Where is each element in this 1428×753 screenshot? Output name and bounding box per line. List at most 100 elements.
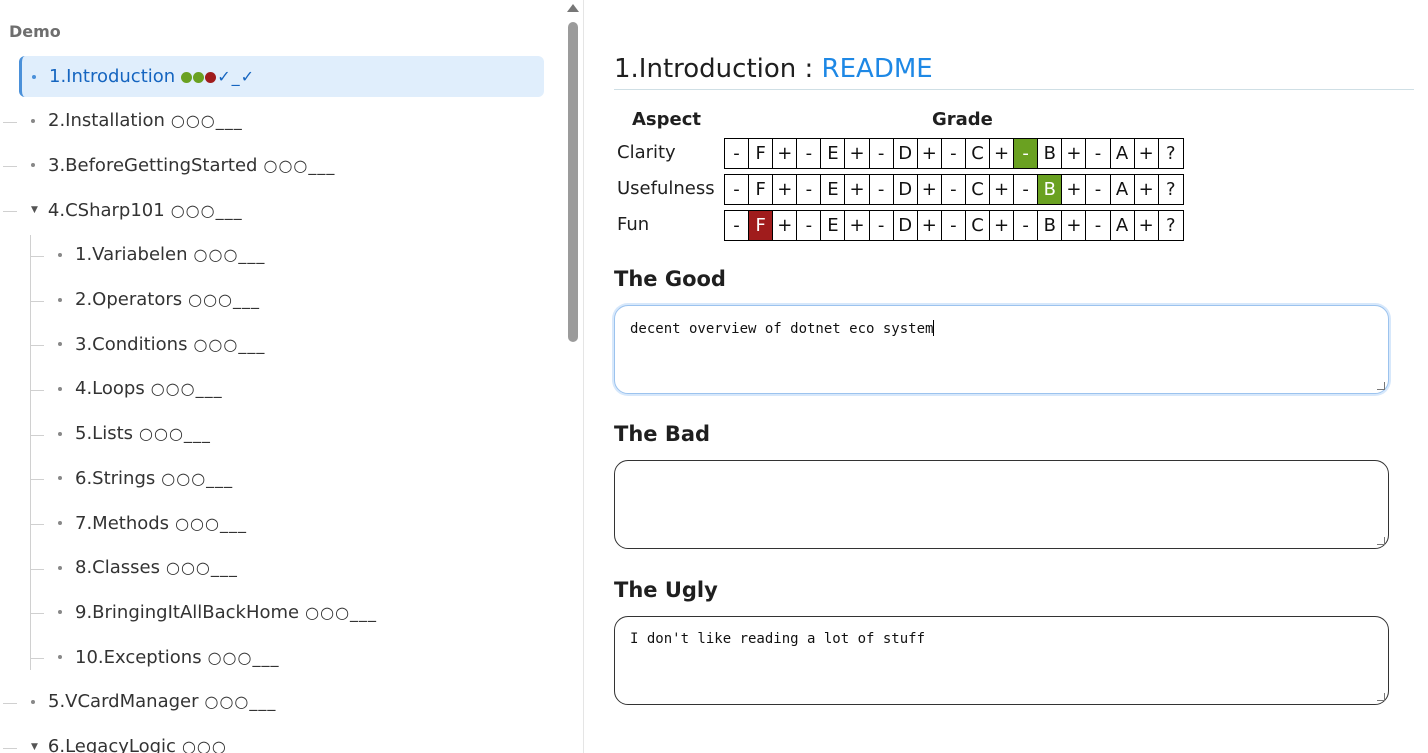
sidebar-item[interactable]: 3.BeforeGettingStarted ○○○___ [31, 145, 335, 185]
grade-cell[interactable]: - [1014, 211, 1039, 240]
resize-handle-icon[interactable] [1377, 693, 1385, 701]
sidebar-item[interactable]: 4.Loops ○○○___ [58, 369, 223, 409]
scroll-up-arrow-icon[interactable] [567, 4, 579, 12]
grade-cell[interactable]: C [966, 211, 991, 240]
grade-cell[interactable]: - [1086, 211, 1111, 240]
sidebar-item[interactable]: 10.Exceptions ○○○___ [58, 637, 279, 677]
bad-textarea[interactable] [614, 460, 1389, 549]
grade-cell[interactable]: A [1111, 211, 1135, 240]
grade-cell[interactable]: C [966, 175, 991, 204]
grade-cell[interactable]: A [1111, 175, 1135, 204]
grade-cell[interactable]: + [918, 175, 942, 204]
grade-cell[interactable]: - [1014, 175, 1039, 204]
good-textarea[interactable]: decent overview of dotnet eco system [614, 305, 1389, 394]
grade-cell[interactable]: - [797, 139, 822, 168]
sidebar-item[interactable]: 5.Lists ○○○___ [58, 414, 211, 454]
sidebar-item[interactable]: 2.Installation ○○○___ [31, 101, 243, 141]
grade-cell[interactable]: + [1062, 175, 1087, 204]
grade-cell[interactable]: - [1014, 139, 1039, 168]
grade-cell[interactable]: D [894, 139, 918, 168]
bullet-icon [58, 386, 62, 391]
sidebar-item[interactable]: 9.BringingItAllBackHome ○○○___ [58, 592, 377, 632]
grade-cell[interactable]: D [894, 211, 918, 240]
grade-cell[interactable]: B [1038, 211, 1063, 240]
sidebar-item-label: 6.LegacyLogic [47, 736, 176, 753]
grade-cell[interactable]: + [1062, 139, 1087, 168]
grade-cell[interactable]: - [725, 211, 750, 240]
grade-row: - F + - E + - D + - C + - B + - A +? [724, 210, 1184, 241]
grade-cell[interactable]: - [870, 175, 894, 204]
grade-cell[interactable]: - [725, 175, 750, 204]
grade-cell[interactable]: - [1086, 139, 1111, 168]
sidebar-item[interactable]: 6.Strings ○○○___ [58, 458, 233, 498]
sidebar-item[interactable]: ▼ 4.CSharp101 ○○○___ [31, 190, 243, 230]
grade-cell[interactable]: ? [1159, 211, 1183, 240]
tree-root-label: Demo [9, 22, 61, 41]
scrollbar-thumb[interactable] [568, 22, 578, 342]
grade-cell[interactable]: + [1135, 211, 1159, 240]
grade-cell[interactable]: E [821, 211, 846, 240]
tree-connector [30, 300, 44, 302]
grade-cell[interactable]: - [797, 175, 822, 204]
grade-cell[interactable]: + [990, 139, 1015, 168]
sidebar-item-label: 3.BeforeGettingStarted [48, 154, 258, 176]
chevron-down-icon[interactable]: ▼ [31, 742, 38, 752]
grade-cell[interactable]: + [990, 211, 1015, 240]
tree-connector [3, 211, 17, 213]
grade-cell[interactable]: ? [1159, 139, 1183, 168]
tree-guide-line [30, 234, 31, 670]
sidebar-item[interactable]: 2.Operators ○○○___ [58, 280, 260, 320]
grade-cell[interactable]: B [1038, 175, 1063, 204]
chevron-down-icon[interactable]: ▼ [31, 205, 38, 215]
grade-cell[interactable]: + [990, 175, 1015, 204]
grade-cell[interactable]: + [845, 139, 870, 168]
progress-status: ○○○___ [193, 334, 266, 354]
grade-cell[interactable]: - [870, 139, 894, 168]
sidebar-item[interactable]: 1.Variabelen ○○○___ [58, 235, 265, 275]
grade-cell[interactable]: - [942, 139, 966, 168]
sidebar-item[interactable]: 5.VCardManager ○○○___ [31, 682, 276, 722]
sidebar-item[interactable]: 3.Conditions ○○○___ [58, 324, 265, 364]
grade-cell[interactable]: + [1135, 175, 1159, 204]
progress-status: ○○○___ [188, 290, 261, 309]
grade-cell[interactable]: ? [1159, 175, 1183, 204]
grade-cell[interactable]: F [749, 211, 774, 240]
grade-cell[interactable]: + [773, 139, 798, 168]
grade-cell[interactable]: - [1086, 175, 1111, 204]
grade-cell[interactable]: E [821, 139, 846, 168]
sidebar-item[interactable]: 1.Introduction ✓_✓ [19, 56, 544, 97]
grade-cell[interactable]: - [870, 211, 894, 240]
grade-cell[interactable]: - [725, 139, 750, 168]
grade-cell[interactable]: + [773, 175, 798, 204]
bullet-icon [58, 431, 62, 436]
ugly-textarea[interactable]: I don't like reading a lot of stuff [614, 616, 1389, 705]
sidebar-item[interactable]: ▼ 6.LegacyLogic ○○○ [31, 727, 227, 753]
grade-cell[interactable]: + [845, 175, 870, 204]
grade-cell[interactable]: F [749, 139, 774, 168]
sidebar-item-label: 2.Installation [48, 110, 165, 132]
grade-cell[interactable]: + [918, 211, 942, 240]
progress-status: ○○○___ [161, 468, 234, 488]
resize-handle-icon[interactable] [1377, 537, 1385, 545]
grade-cell[interactable]: B [1038, 139, 1063, 168]
readme-link[interactable]: README [822, 54, 933, 84]
grade-cell[interactable]: C [966, 139, 991, 168]
grade-cell[interactable]: E [821, 175, 846, 204]
bullet-icon [31, 118, 35, 123]
grade-cell[interactable]: A [1111, 139, 1135, 168]
progress-status: ○○○___ [170, 200, 243, 220]
grade-cell[interactable]: - [797, 211, 822, 240]
grade-cell[interactable]: + [773, 211, 798, 240]
sidebar-item-label: 1.Variabelen [75, 244, 188, 266]
grade-cell[interactable]: F [749, 175, 774, 204]
resize-handle-icon[interactable] [1377, 382, 1385, 390]
sidebar-item[interactable]: 8.Classes ○○○___ [58, 548, 238, 588]
grade-cell[interactable]: + [1135, 139, 1159, 168]
grade-cell[interactable]: - [942, 211, 966, 240]
grade-cell[interactable]: + [845, 211, 870, 240]
grade-cell[interactable]: + [1062, 211, 1087, 240]
grade-cell[interactable]: + [918, 139, 942, 168]
grade-cell[interactable]: D [894, 175, 918, 204]
grade-cell[interactable]: - [942, 175, 966, 204]
sidebar-item[interactable]: 7.Methods ○○○___ [58, 503, 247, 543]
